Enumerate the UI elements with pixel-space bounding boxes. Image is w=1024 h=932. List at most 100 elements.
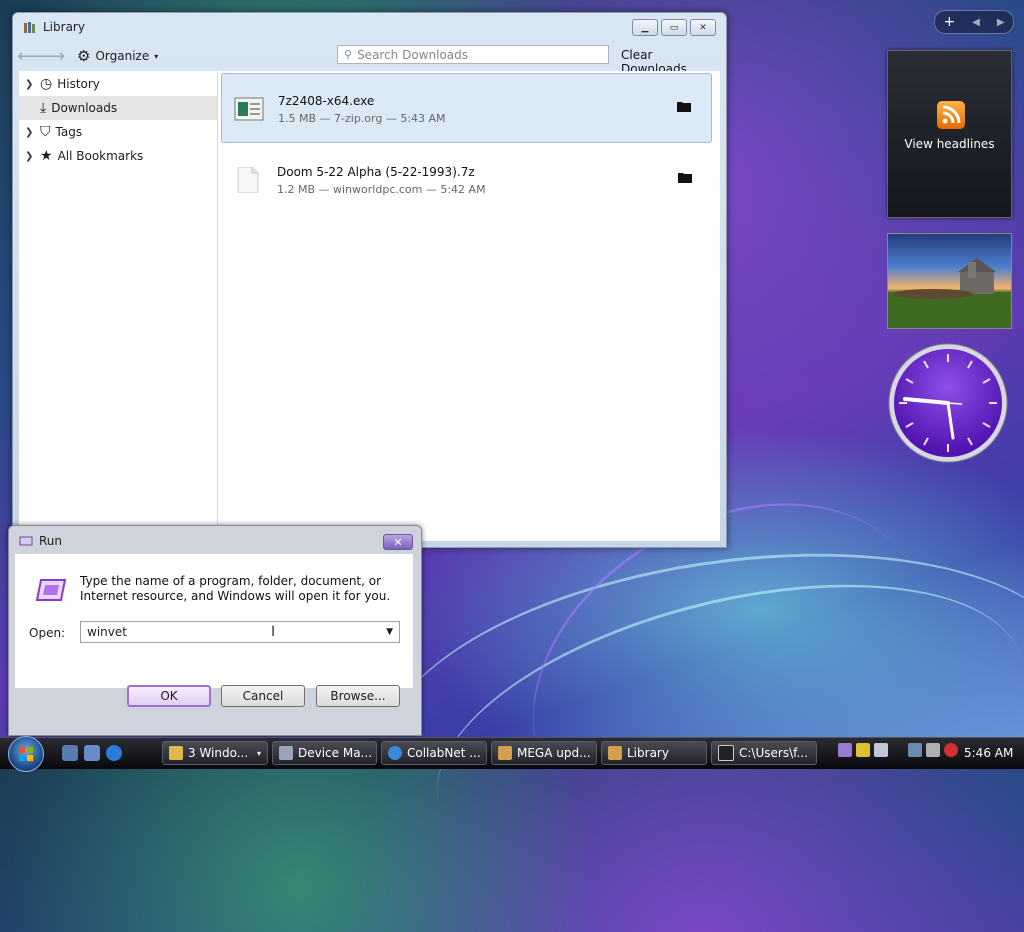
- library-icon: [608, 746, 622, 760]
- clock-second-hand: [947, 402, 963, 405]
- download-meta: 1.5 MB — 7-zip.org — 5:43 AM: [278, 112, 446, 125]
- library-title: Library: [43, 20, 85, 34]
- close-button[interactable]: ✕: [690, 19, 716, 36]
- rss-icon: [937, 101, 965, 129]
- library-toolbar: ⟵ ⟶ ⚙ Organize ▾ ⚲ Search Downloads Clea…: [17, 43, 720, 76]
- dropdown-arrow-icon: ▾: [154, 51, 159, 61]
- exe-file-icon: [234, 97, 264, 121]
- run-dialog-body: Type the name of a program, folder, docu…: [15, 554, 413, 688]
- previous-icon[interactable]: ◀: [972, 17, 980, 28]
- open-input-value: winvet: [87, 625, 127, 639]
- taskbar: 3 Windo... ▾ Device Ma... CollabNet ... …: [0, 736, 1024, 772]
- sidebar-item-all-bookmarks[interactable]: ❯ ★ All Bookmarks: [19, 144, 217, 168]
- back-arrow-icon[interactable]: ⟵: [17, 45, 43, 67]
- run-program-icon: [35, 579, 67, 601]
- taskbar-button-label: Library: [627, 746, 669, 760]
- windows-logo-icon: [19, 747, 33, 761]
- taskbar-button-label: C:\Users\f...: [739, 746, 808, 760]
- download-item[interactable]: Doom 5-22 Alpha (5-22-1993).7z 1.2 MB — …: [221, 145, 712, 213]
- run-dialog[interactable]: Run ✕ Type the name of a program, folder…: [8, 525, 422, 736]
- volume-icon[interactable]: [926, 743, 940, 757]
- sidebar-item-label: Downloads: [51, 101, 118, 115]
- run-title-icon: [19, 536, 33, 546]
- clock-gadget[interactable]: [887, 342, 1009, 464]
- library-sidebar: ❯ ◷ History ⤓ Downloads ❯ ⛉ Tags ❯ ★ All…: [19, 71, 218, 541]
- dropdown-arrow-icon: ▾: [256, 748, 261, 758]
- open-label: Open:: [29, 626, 66, 640]
- taskbar-button[interactable]: C:\Users\f...: [711, 741, 817, 765]
- taskbar-button-label: 3 Windo...: [188, 746, 249, 760]
- add-gadget-icon[interactable]: +: [943, 14, 955, 30]
- church-photo: [888, 258, 1011, 328]
- sidebar-item-history[interactable]: ❯ ◷ History: [19, 72, 217, 96]
- tag-icon: ⛉: [40, 124, 51, 140]
- organize-button[interactable]: ⚙ Organize ▾: [77, 47, 158, 65]
- run-titlebar: Run: [19, 534, 62, 548]
- minimize-button[interactable]: ▁: [632, 19, 658, 36]
- taskbar-button[interactable]: CollabNet ...: [381, 741, 487, 765]
- security-shield-icon[interactable]: [856, 743, 870, 757]
- internet-explorer-icon: [388, 746, 402, 760]
- tray-app-icon[interactable]: [874, 743, 888, 757]
- dropdown-arrow-icon[interactable]: ▼: [386, 627, 393, 637]
- download-item[interactable]: 7z2408-x64.exe 1.5 MB — 7-zip.org — 5:43…: [221, 73, 712, 143]
- next-icon[interactable]: ▶: [997, 17, 1005, 28]
- 7zip-icon: [718, 745, 734, 761]
- folder-icon[interactable]: [678, 171, 692, 183]
- taskbar-button[interactable]: Library: [601, 741, 707, 765]
- download-meta: 1.2 MB — winworldpc.com — 5:42 AM: [277, 183, 486, 196]
- switch-windows-icon[interactable]: [84, 745, 100, 761]
- taskbar-button[interactable]: Device Ma...: [272, 741, 377, 765]
- library-window-controls: ▁ ▭ ✕: [632, 19, 716, 36]
- sidebar-item-tags[interactable]: ❯ ⛉ Tags: [19, 120, 217, 144]
- sidebar-item-downloads[interactable]: ⤓ Downloads: [19, 96, 217, 120]
- tray-app-icon[interactable]: [838, 743, 852, 757]
- star-icon: ★: [40, 148, 53, 164]
- network-icon[interactable]: [908, 743, 922, 757]
- ok-button[interactable]: OK: [127, 685, 211, 707]
- taskbar-clock[interactable]: 5:46 AM: [964, 746, 1013, 760]
- folder-icon[interactable]: [677, 100, 691, 112]
- organize-label: Organize: [95, 49, 150, 63]
- sidebar-item-label: Tags: [55, 125, 83, 139]
- search-placeholder: Search Downloads: [357, 47, 469, 62]
- taskbar-button-label: MEGA upd...: [517, 746, 591, 760]
- gear-icon: ⚙: [77, 47, 91, 65]
- quick-launch: [62, 745, 122, 761]
- internet-explorer-icon[interactable]: [106, 745, 122, 761]
- text-cursor-icon: I: [271, 624, 276, 640]
- download-filename: 7z2408-x64.exe: [278, 94, 375, 108]
- clock-icon: ◷: [40, 76, 53, 92]
- view-headlines-label[interactable]: View headlines: [888, 137, 1011, 151]
- library-body: ❯ ◷ History ⤓ Downloads ❯ ⛉ Tags ❯ ★ All…: [19, 71, 720, 541]
- forward-arrow-icon[interactable]: ⟶: [39, 45, 65, 67]
- expand-arrow-icon[interactable]: ❯: [25, 151, 35, 162]
- sidebar-item-label: All Bookmarks: [57, 149, 144, 163]
- library-window[interactable]: Library ▁ ▭ ✕ ⟵ ⟶ ⚙ Organize ▾ ⚲ Search …: [12, 12, 727, 548]
- tray-app-icon[interactable]: [944, 743, 958, 757]
- start-button[interactable]: [8, 736, 44, 772]
- maximize-button[interactable]: ▭: [661, 19, 687, 36]
- cancel-button[interactable]: Cancel: [221, 685, 305, 707]
- search-downloads-input[interactable]: ⚲ Search Downloads: [337, 45, 609, 64]
- library-titlebar: Library: [23, 20, 85, 34]
- file-icon: [237, 167, 259, 193]
- download-filename: Doom 5-22 Alpha (5-22-1993).7z: [277, 165, 475, 179]
- close-button[interactable]: ✕: [383, 534, 413, 550]
- run-description: Type the name of a program, folder, docu…: [80, 574, 391, 603]
- search-icon: ⚲: [344, 48, 353, 61]
- show-desktop-icon[interactable]: [62, 745, 78, 761]
- library-icon: [24, 22, 35, 33]
- device-manager-icon: [279, 746, 293, 760]
- expand-arrow-icon[interactable]: ❯: [25, 79, 35, 90]
- feed-headlines-gadget[interactable]: View headlines: [887, 50, 1012, 218]
- taskbar-button[interactable]: 3 Windo... ▾: [162, 741, 268, 765]
- browse-button[interactable]: Browse...: [316, 685, 400, 707]
- sidebar-item-label: History: [57, 77, 100, 91]
- open-combobox[interactable]: winvet ▼ I: [80, 621, 400, 643]
- expand-arrow-icon[interactable]: ❯: [25, 127, 35, 138]
- sidebar-gadget-controls: + ◀ ▶: [934, 10, 1014, 34]
- taskbar-button-label: Device Ma...: [298, 746, 373, 760]
- taskbar-button[interactable]: MEGA upd...: [491, 741, 597, 765]
- slideshow-gadget[interactable]: [887, 233, 1012, 329]
